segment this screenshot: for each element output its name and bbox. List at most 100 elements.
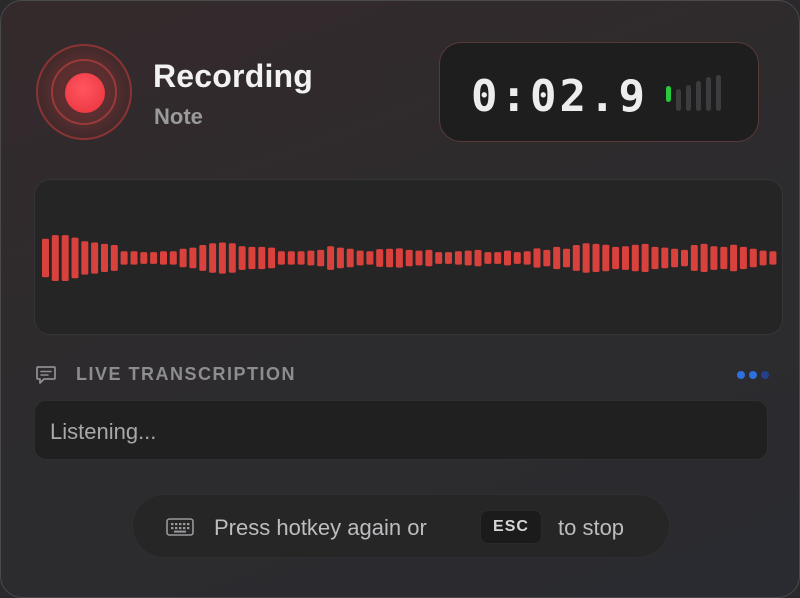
waveform-bar: [494, 252, 502, 264]
waveform-bar: [160, 251, 167, 265]
waveform-bar: [297, 251, 305, 265]
waveform-bar: [327, 246, 335, 270]
waveform-bar: [661, 247, 669, 269]
waveform-bar: [602, 244, 610, 272]
waveform-bar: [101, 243, 108, 272]
waveform-bar: [386, 248, 394, 268]
waveform-bar: [612, 246, 620, 270]
waveform-bar: [484, 252, 492, 264]
keyboard-icon: [166, 518, 194, 536]
waveform-bar: [543, 249, 551, 267]
waveform-bar: [435, 252, 443, 264]
waveform-bar: [720, 246, 728, 270]
waveform-bar: [179, 248, 187, 268]
waveform-bar: [671, 248, 679, 268]
waveform-bar: [730, 244, 738, 272]
waveform-bar: [199, 245, 207, 271]
waveform-bar: [563, 248, 570, 268]
chat-bubble-icon: [36, 366, 56, 384]
waveform-bar: [51, 235, 59, 281]
waveform-bar: [130, 251, 138, 265]
transcription-text: Listening...: [50, 419, 157, 444]
recording-panel: Recording Note 0:02.9 LIVE TRANSCRIPTION…: [0, 0, 800, 598]
activity-dot: [761, 371, 769, 379]
recording-mode: Note: [154, 104, 203, 129]
waveform-panel: [34, 179, 783, 335]
waveform-bar: [268, 247, 276, 269]
waveform-bar: [110, 245, 118, 271]
timer-display: 0:02.9: [439, 42, 759, 142]
recording-title: Recording: [153, 58, 314, 94]
waveform-bar: [189, 247, 197, 269]
waveform-bar: [307, 250, 315, 266]
level-bar: [686, 85, 691, 111]
waveform-bar: [759, 250, 767, 266]
waveform-bar: [464, 250, 472, 266]
waveform-bar: [405, 249, 413, 267]
waveform-bar: [395, 248, 403, 268]
waveform-bar: [376, 249, 384, 267]
waveform-bar: [681, 249, 688, 267]
waveform-bar: [150, 252, 158, 264]
waveform-bar: [209, 243, 217, 273]
waveform-bar: [336, 247, 344, 269]
waveform-bar: [513, 252, 521, 264]
level-bar: [666, 86, 671, 102]
waveform-bar: [582, 243, 590, 273]
waveform-bar: [140, 252, 148, 264]
elapsed-time: 0:02.9: [471, 71, 648, 122]
esc-key-badge: ESC: [480, 510, 542, 544]
waveform-bar: [504, 250, 511, 266]
waveform-bar: [700, 243, 708, 272]
audio-waveform: [42, 235, 777, 281]
waveform-bar: [739, 246, 747, 270]
waveform-bar: [572, 245, 580, 271]
waveform-bar: [749, 248, 757, 268]
live-transcription-label: LIVE TRANSCRIPTION: [76, 364, 297, 384]
waveform-bar: [533, 248, 541, 268]
transcription-output: Listening...: [34, 400, 768, 460]
waveform-bar: [238, 246, 246, 270]
waveform-bar: [277, 251, 285, 265]
waveform-bar: [622, 246, 629, 270]
waveform-bar: [356, 250, 364, 266]
recording-indicator: [36, 44, 132, 140]
waveform-bar: [425, 249, 433, 267]
waveform-bar: [317, 249, 325, 267]
waveform-bar: [91, 242, 99, 274]
waveform-bar: [61, 235, 69, 281]
waveform-bar: [81, 241, 89, 275]
waveform-bar: [454, 251, 462, 265]
waveform-bar: [631, 244, 639, 272]
stop-hint: Press hotkey again or ESC to stop: [132, 494, 670, 558]
waveform-bar: [592, 243, 600, 272]
waveform-bar: [218, 242, 226, 274]
waveform-bar: [287, 251, 295, 265]
waveform-bar: [169, 251, 177, 265]
record-dot-icon: [65, 73, 105, 113]
level-bar: [716, 75, 721, 111]
waveform-bar: [710, 246, 718, 270]
waveform-bar: [523, 251, 531, 265]
waveform-bar: [228, 243, 236, 273]
hint-text-after: to stop: [558, 515, 625, 540]
level-bar: [676, 89, 681, 111]
waveform-bar: [42, 238, 49, 278]
waveform-bar: [120, 251, 128, 265]
waveform-bar: [415, 250, 423, 266]
waveform-bar: [445, 252, 452, 264]
waveform-bar: [769, 251, 777, 265]
waveform-bar: [71, 237, 79, 279]
hint-text-before: Press hotkey again or: [214, 515, 427, 540]
waveform-bar: [651, 246, 659, 270]
activity-dot: [737, 371, 745, 379]
activity-dot: [749, 371, 757, 379]
waveform-bar: [248, 246, 256, 270]
waveform-bar: [690, 245, 698, 271]
level-bar: [696, 81, 701, 111]
waveform-bar: [553, 246, 561, 270]
waveform-bar: [366, 251, 374, 265]
level-bar: [706, 77, 711, 111]
waveform-bar: [474, 249, 482, 267]
waveform-bar: [346, 248, 354, 268]
